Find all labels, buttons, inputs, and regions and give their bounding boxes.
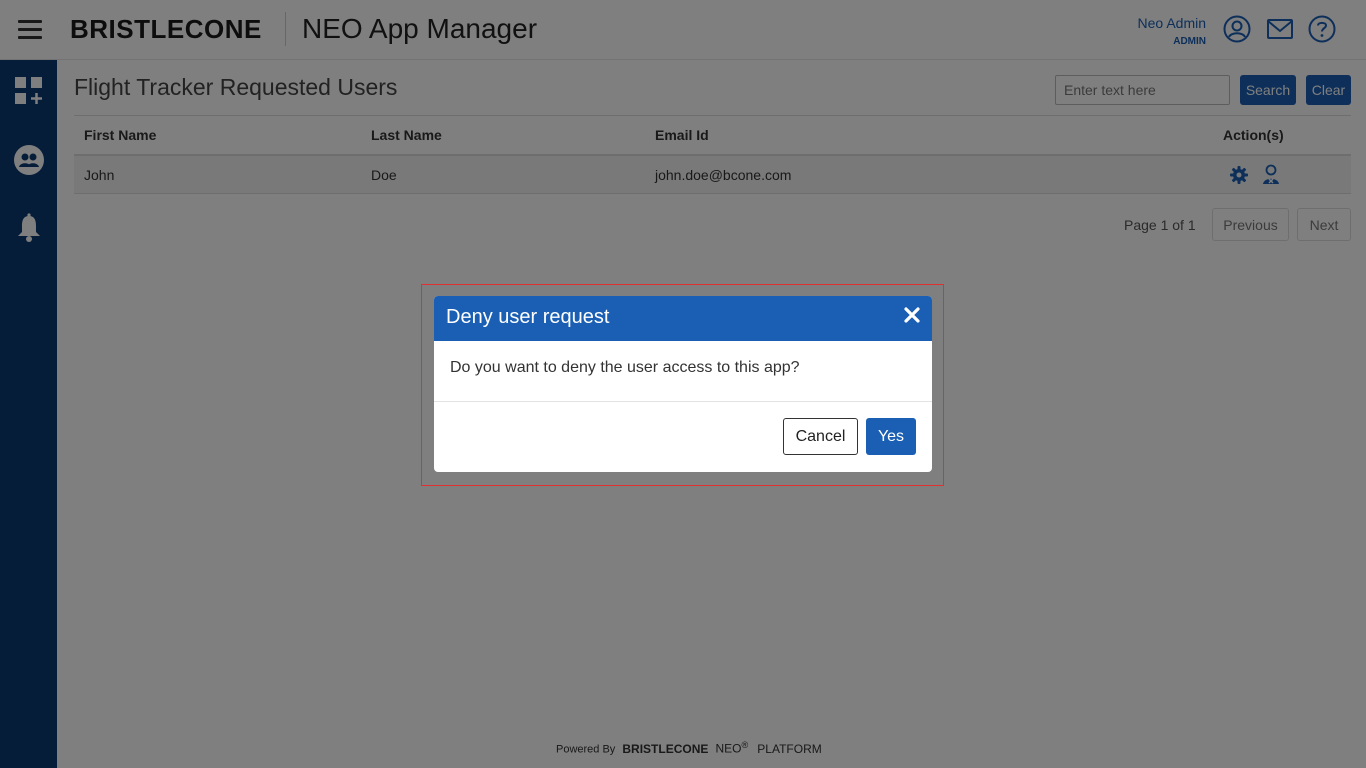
dialog-title: Deny user request — [446, 306, 610, 328]
dialog-message: Do you want to deny the user access to t… — [450, 359, 800, 376]
yes-button[interactable]: Yes — [866, 418, 916, 455]
dialog-header: Deny user request — [434, 296, 932, 341]
dialog-body: Do you want to deny the user access to t… — [434, 341, 932, 402]
dialog-footer: Cancel Yes — [434, 402, 932, 472]
deny-request-dialog: Deny user request Do you want to deny th… — [434, 296, 932, 472]
cancel-button[interactable]: Cancel — [783, 418, 858, 455]
close-icon[interactable] — [904, 307, 920, 323]
